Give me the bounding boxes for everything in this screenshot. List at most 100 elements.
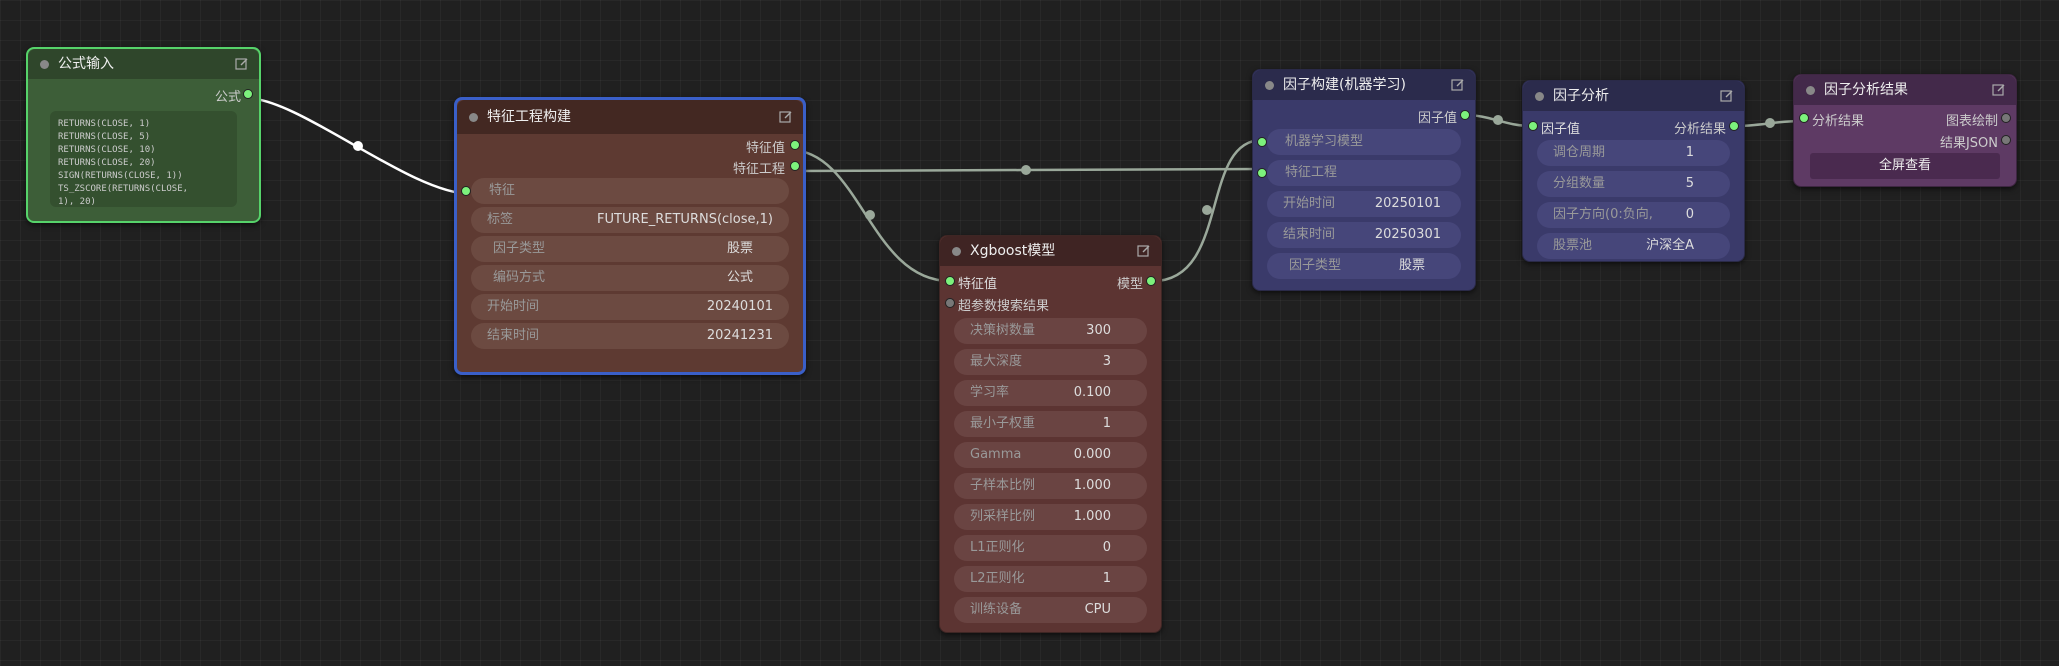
output-connector[interactable] [1729,121,1739,131]
xgboost-model-node[interactable]: Xgboost模型 特征值 模型 超参数搜索结果 决策树数量 300 最大深度 … [939,235,1162,633]
input-slot-ml-model[interactable]: 机器学习模型 [1257,129,1461,155]
slot-row-analysis-result[interactable]: 分析结果 图表绘制 [1794,107,2016,129]
widget-gamma[interactable]: Gamma 0.000 [954,442,1147,468]
output-connector[interactable] [1460,110,1470,120]
input-connector[interactable] [1799,113,1809,123]
slot-label: 因子值 [1541,122,1581,137]
widget-l2[interactable]: L2正则化 1 [954,566,1147,592]
formula-input-node[interactable]: 公式输入 公式 RETURNS(CLOSE, 1) RETURNS(CLOSE,… [26,47,261,223]
widget-end-time[interactable]: 结束时间 20250301 [1267,222,1461,248]
link-midpoint-handle[interactable] [1765,118,1775,128]
edit-icon[interactable] [1992,83,2006,97]
slot-label: 特征工程 [1285,165,1338,180]
factor-analysis-node[interactable]: 因子分析 因子值 分析结果 调仓周期 1 分组数量 5 因子方向(0:负向, 0… [1522,80,1745,262]
node-title: Xgboost模型 [970,243,1056,259]
link-midpoint-handle[interactable] [1021,165,1031,175]
node-title-bar[interactable]: 因子分析 [1523,81,1744,111]
slot-label: 特征值 [745,141,785,156]
widget-encoding[interactable]: 编码方式 公式 [471,265,789,291]
collapse-dot-icon[interactable] [1265,81,1274,90]
widget-group-count[interactable]: 分组数量 5 [1537,171,1730,197]
feature-engineering-node[interactable]: 特征工程构建 特征值 特征工程 特征 标签 FUTURE_RETURNS(clo… [454,97,806,375]
output-slot-result-json[interactable]: 结果JSON [1794,129,2016,151]
slot-label: 结果JSON [1939,136,1998,151]
collapse-dot-icon[interactable] [1535,92,1544,101]
node-title-bar[interactable]: 因子构建(机器学习) [1253,70,1475,100]
node-title: 因子构建(机器学习) [1283,77,1406,93]
widget-colsample[interactable]: 列采样比例 1.000 [954,504,1147,530]
edit-icon[interactable] [235,57,249,71]
link-feature-to-xgboost[interactable] [789,148,951,283]
output-connector[interactable] [2001,135,2011,145]
slot-label: 分析结果 [1673,122,1726,137]
input-connector[interactable] [461,186,471,196]
edit-icon[interactable] [779,110,793,124]
input-slot-feature-engineering[interactable]: 特征工程 [1257,160,1461,186]
output-slot-feature-value[interactable]: 特征值 [457,134,803,156]
input-connector[interactable] [1257,137,1267,147]
output-connector[interactable] [790,161,800,171]
widget-start-time[interactable]: 开始时间 20240101 [471,294,789,320]
widget-start-time[interactable]: 开始时间 20250101 [1267,191,1461,217]
link-analysis-to-result[interactable] [1734,119,1803,128]
widget-l1[interactable]: L1正则化 0 [954,535,1147,561]
output-connector[interactable] [1146,276,1156,286]
slot-label: 图表绘制 [1945,114,1998,129]
node-title: 特征工程构建 [487,109,571,125]
link-formula-to-feature[interactable] [245,96,472,196]
edit-icon[interactable] [1720,89,1734,103]
input-connector[interactable] [945,276,955,286]
widget-device[interactable]: 训练设备 CPU [954,597,1147,623]
output-slot-formula[interactable]: 公式 [28,83,259,105]
collapse-dot-icon[interactable] [40,60,49,69]
widget-rebalance-period[interactable]: 调仓周期 1 [1537,140,1730,166]
node-title: 因子分析 [1553,88,1609,104]
widget-factor-type[interactable]: 因子类型 股票 [1267,253,1461,279]
slot-label: 因子值 [1417,111,1457,126]
output-slot-factor-value[interactable]: 因子值 [1253,104,1475,126]
output-connector[interactable] [243,89,253,99]
node-title-bar[interactable]: Xgboost模型 [940,236,1161,266]
collapse-dot-icon[interactable] [469,113,478,122]
widget-end-time[interactable]: 结束时间 20241231 [471,323,789,349]
formula-textarea[interactable]: RETURNS(CLOSE, 1) RETURNS(CLOSE, 5) RETU… [50,111,237,207]
link-xgboost-to-factor[interactable] [1152,138,1263,283]
widget-label[interactable]: 标签 FUTURE_RETURNS(close,1) [471,207,789,233]
widget-factor-direction[interactable]: 因子方向(0:负向, 0 [1537,202,1730,228]
link-feature-eng-to-factor[interactable] [789,167,1263,173]
input-connector[interactable] [1257,168,1267,178]
factor-result-node[interactable]: 因子分析结果 分析结果 图表绘制 结果JSON 全屏查看 [1793,74,2017,187]
input-slot-feature-value[interactable]: 特征值 模型 [940,270,1161,292]
link-midpoint-handle[interactable] [353,141,363,151]
input-slot-feature[interactable]: 特征 [461,178,789,204]
output-connector[interactable] [2001,113,2011,123]
widget-learning-rate[interactable]: 学习率 0.100 [954,380,1147,406]
slot-row-factor-value[interactable]: 因子值 分析结果 [1523,115,1744,137]
input-connector[interactable] [1528,121,1538,131]
node-title: 公式输入 [58,56,114,72]
link-midpoint-handle[interactable] [1493,115,1503,125]
widget-factor-type[interactable]: 因子类型 股票 [471,236,789,262]
node-title-bar[interactable]: 公式输入 [28,49,259,79]
collapse-dot-icon[interactable] [952,247,961,256]
input-slot-hyperparam-search[interactable]: 超参数搜索结果 [940,292,1161,314]
output-connector[interactable] [790,140,800,150]
factor-build-node[interactable]: 因子构建(机器学习) 因子值 机器学习模型 特征工程 开始时间 20250101… [1252,69,1476,291]
link-midpoint-handle[interactable] [1202,205,1212,215]
widget-n-estimators[interactable]: 决策树数量 300 [954,318,1147,344]
output-slot-feature-engineering[interactable]: 特征工程 [457,155,803,177]
collapse-dot-icon[interactable] [1806,86,1815,95]
node-title-bar[interactable]: 特征工程构建 [457,100,803,134]
widget-subsample[interactable]: 子样本比例 1.000 [954,473,1147,499]
edit-icon[interactable] [1137,244,1151,258]
edit-icon[interactable] [1451,78,1465,92]
slot-label: 分析结果 [1812,114,1865,129]
widget-min-child-weight[interactable]: 最小子权重 1 [954,411,1147,437]
node-title-bar[interactable]: 因子分析结果 [1794,75,2016,105]
fullscreen-button[interactable]: 全屏查看 [1810,153,2000,179]
input-connector[interactable] [945,298,955,308]
widget-max-depth[interactable]: 最大深度 3 [954,349,1147,375]
slot-label: 模型 [1116,277,1143,292]
widget-stock-pool[interactable]: 股票池 沪深全A [1537,233,1730,259]
link-midpoint-handle[interactable] [865,210,875,220]
